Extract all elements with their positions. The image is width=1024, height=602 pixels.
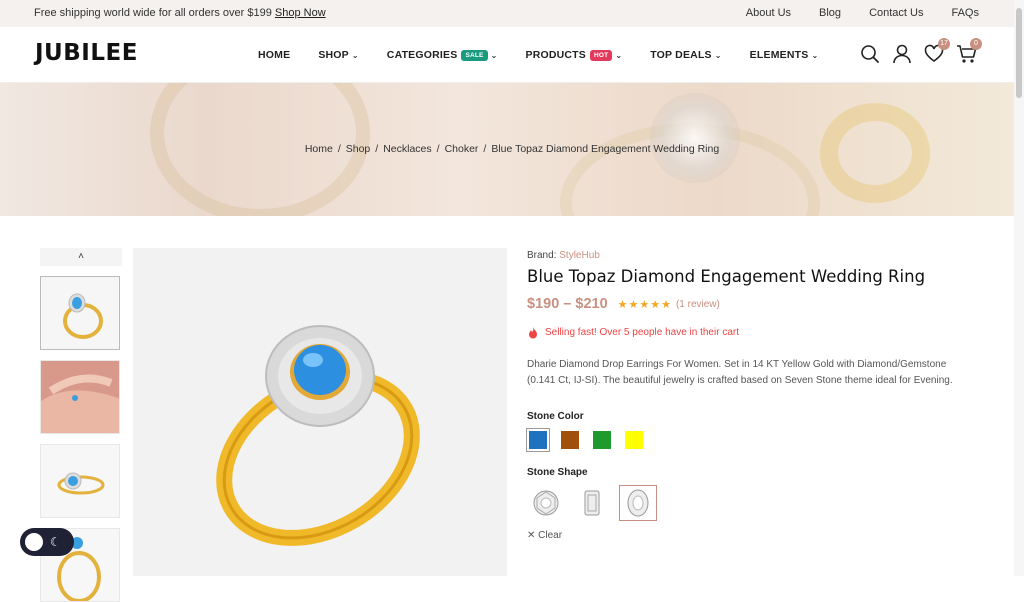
nav-elements[interactable]: ELEMENTS ⌄ bbox=[750, 49, 819, 61]
brand-line: Brand: StyleHub bbox=[527, 250, 977, 261]
nav-products[interactable]: PRODUCTS HOT ⌄ bbox=[525, 49, 622, 61]
breadcrumb-separator: / bbox=[375, 143, 379, 155]
nav-elements-label: ELEMENTS bbox=[749, 49, 809, 61]
rating-stars: ★★★★★ bbox=[617, 298, 672, 311]
chevron-down-icon: ⌄ bbox=[811, 50, 819, 60]
color-swatch-brown[interactable] bbox=[559, 429, 581, 451]
site-logo[interactable]: JUBILEE bbox=[35, 40, 138, 66]
chevron-down-icon: ⌄ bbox=[615, 50, 623, 60]
color-swatch-blue[interactable] bbox=[526, 428, 550, 452]
faqs-link[interactable]: FAQs bbox=[951, 7, 979, 19]
price-row: $190 – $210 ★★★★★ (1 review) bbox=[527, 296, 977, 312]
main-nav: HOME SHOP ⌄ CATEGORIES SALE ⌄ PRODUCTS HOT ⌄ … bbox=[258, 49, 846, 61]
nav-home[interactable]: HOME bbox=[258, 49, 290, 61]
brand-link[interactable]: StyleHub bbox=[559, 250, 600, 261]
promo-message: Free shipping world wide for all orders … bbox=[34, 7, 272, 19]
breadcrumb-separator: / bbox=[483, 143, 487, 155]
product-info: Brand: StyleHub Blue Topaz Diamond Engag… bbox=[526, 250, 977, 541]
stone-shape-label: Stone Shape bbox=[527, 467, 588, 478]
review-link[interactable]: (1 review) bbox=[676, 299, 720, 310]
scrollbar-thumb[interactable] bbox=[1016, 8, 1022, 98]
chevron-down-icon: ⌄ bbox=[490, 50, 498, 60]
hot-badge: HOT bbox=[590, 49, 613, 61]
product-title: Blue Topaz Diamond Engagement Wedding Ri… bbox=[527, 267, 926, 286]
sale-badge: SALE bbox=[461, 49, 488, 61]
cart-count: 0 bbox=[970, 38, 982, 50]
nav-shop-label: SHOP bbox=[318, 49, 349, 61]
fire-icon bbox=[529, 327, 537, 339]
blog-link[interactable]: Blog bbox=[819, 7, 841, 19]
toggle-knob bbox=[25, 533, 43, 551]
chevron-down-icon: ⌄ bbox=[714, 50, 722, 60]
banner-decoration bbox=[650, 93, 740, 183]
breadcrumb-home[interactable]: Home bbox=[305, 143, 333, 155]
stone-color-label: Stone Color bbox=[527, 411, 584, 422]
nav-categories-label: CATEGORIES bbox=[386, 49, 458, 61]
user-icon[interactable] bbox=[892, 43, 912, 65]
header-icons: 17 0 bbox=[860, 38, 982, 65]
thumbnail-ring-front[interactable] bbox=[40, 276, 120, 350]
color-swatch-yellow[interactable] bbox=[623, 429, 645, 451]
breadcrumb-necklaces[interactable]: Necklaces bbox=[383, 143, 431, 155]
clear-selection[interactable]: ✕ Clear bbox=[527, 530, 977, 541]
main-product-image[interactable] bbox=[133, 248, 507, 576]
shape-option-round[interactable] bbox=[527, 485, 565, 521]
brand-label: Brand: bbox=[527, 250, 557, 261]
shop-now-link[interactable]: Shop Now bbox=[275, 7, 326, 19]
page-scrollbar[interactable] bbox=[1014, 0, 1024, 576]
cart-icon[interactable]: 0 bbox=[956, 38, 982, 65]
stone-shape-options bbox=[527, 485, 977, 521]
theme-toggle[interactable]: ☾ bbox=[20, 528, 74, 556]
selling-fast-text: Selling fast! Over 5 people have in thei… bbox=[545, 327, 739, 338]
thumbnail-ring-side[interactable] bbox=[40, 444, 120, 518]
breadcrumb: Home / Shop / Necklaces / Choker / Blue Topaz Di… bbox=[0, 143, 1024, 155]
breadcrumb-separator: / bbox=[436, 143, 440, 155]
product-price: $190 – $210 bbox=[527, 296, 608, 312]
nav-home-label: HOME bbox=[258, 49, 291, 61]
nav-categories[interactable]: CATEGORIES SALE ⌄ bbox=[387, 49, 498, 61]
stone-color-swatches bbox=[526, 428, 977, 452]
thumbnail-ring-hand[interactable] bbox=[40, 360, 120, 434]
wishlist-count: 17 bbox=[938, 38, 950, 50]
heart-icon[interactable]: 17 bbox=[924, 38, 950, 65]
contact-us-link[interactable]: Contact Us bbox=[869, 7, 923, 19]
close-icon: ✕ bbox=[527, 530, 536, 541]
site-header: JUBILEE HOME SHOP ⌄ CATEGORIES SALE ⌄ PRODU… bbox=[0, 27, 1024, 83]
about-us-link[interactable]: About Us bbox=[746, 7, 791, 19]
nav-shop[interactable]: SHOP ⌄ bbox=[318, 49, 358, 61]
chevron-up-icon[interactable]: ˄ bbox=[40, 248, 122, 266]
product-description: Dharie Diamond Drop Earrings For Women. … bbox=[527, 359, 953, 386]
shape-option-emerald[interactable] bbox=[573, 485, 611, 521]
breadcrumb-choker[interactable]: Choker bbox=[445, 143, 479, 155]
chevron-down-icon: ⌄ bbox=[351, 50, 359, 60]
search-icon[interactable] bbox=[860, 43, 880, 65]
breadcrumb-shop[interactable]: Shop bbox=[346, 143, 371, 155]
moon-icon: ☾ bbox=[50, 535, 61, 549]
promo-text: Free shipping world wide for all orders … bbox=[34, 7, 326, 19]
selling-fast-notice: Selling fast! Over 5 people have in thei… bbox=[527, 326, 977, 339]
clear-label: Clear bbox=[538, 530, 563, 541]
color-swatch-green[interactable] bbox=[591, 429, 613, 451]
page-banner: Home / Shop / Necklaces / Choker / Blue Topaz Di… bbox=[0, 83, 1024, 216]
nav-top-deals[interactable]: TOP DEALS ⌄ bbox=[650, 49, 721, 61]
nav-products-label: PRODUCTS bbox=[525, 49, 587, 61]
breadcrumb-current: Blue Topaz Diamond Engagement Wedding Ri… bbox=[491, 143, 720, 155]
top-bar: Free shipping world wide for all orders … bbox=[0, 0, 1024, 27]
nav-top-deals-label: TOP DEALS bbox=[650, 49, 712, 61]
top-links: About Us Blog Contact Us FAQs bbox=[718, 7, 979, 19]
shape-option-oval[interactable] bbox=[619, 485, 657, 521]
breadcrumb-separator: / bbox=[337, 143, 341, 155]
